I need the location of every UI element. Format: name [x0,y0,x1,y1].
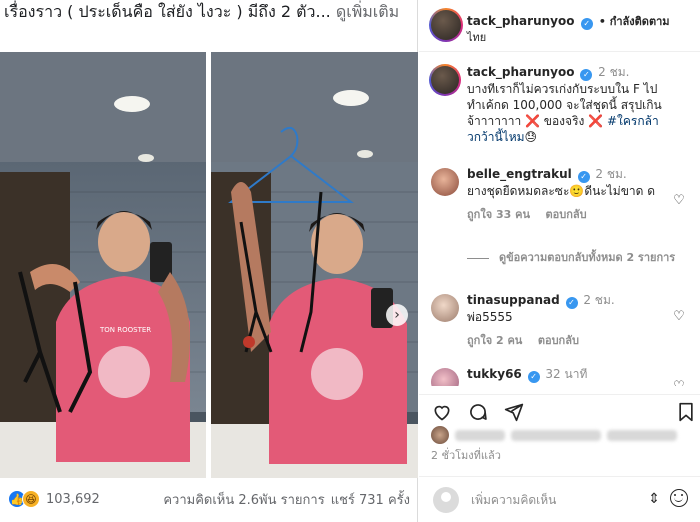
caption-time: 2 ชม. [598,65,630,79]
reply-button[interactable]: ตอบกลับ [538,334,579,347]
header-username[interactable]: tack_pharunyoo [467,14,574,28]
share-send-icon[interactable] [503,401,525,423]
reaction-count: 103,692 [46,491,100,507]
shares-count-link[interactable]: แชร์ 731 ครั้ง [331,489,410,510]
comment-likes[interactable]: ถูกใจ 2 คน [467,334,522,347]
comments-list: tack_pharunyoo ✓ 2 ชม. บางทีเราก็ไม่ควรเ… [419,60,700,386]
like-comment-heart-icon[interactable]: ♡ [672,310,686,324]
add-comment-input[interactable]: เพิ่มความคิดเห็น [471,491,556,510]
comments-count-link[interactable]: ความคิดเห็น 2.6พัน รายการ [163,489,324,510]
emoji-smile-icon[interactable] [670,489,688,507]
comment-item: belle_engtrakul ✓ 2 ชม. ยางชุดยืดหมดละซะ… [419,166,700,246]
add-comment-bar: เพิ่มความคิดเห็น ⇕ [419,476,700,522]
avatar [431,426,449,444]
verified-badge-icon: ✓ [580,69,593,81]
like-comment-heart-icon[interactable]: ♡ [672,194,686,208]
comment-time: 32 นาที [545,367,588,381]
redacted-text [511,430,601,441]
comment-text: ยางชุดยืดหมดละซะ🙂ดีนะไม่ขาด ด [467,184,656,198]
comment-time: 2 ชม. [595,167,627,181]
comment-likes[interactable]: ถูกใจ 33 คน [467,208,530,221]
see-more-link[interactable]: ดูเพิ่มเติม [336,2,399,21]
header-avatar-ring[interactable] [429,8,463,42]
avatar[interactable] [431,294,459,322]
post-photos: TON ROOSTER › [0,52,418,478]
verified-badge-icon: ✓ [580,18,593,30]
post-photo-2[interactable] [211,52,418,478]
caption-text: เรื่องราว ( ประเด็นคือ ใส่ยัง ไงวะ ) มีถ… [4,2,336,21]
comment-text: พ่อ5555 [467,310,513,324]
haha-icon: 😆 [22,490,40,508]
reaction-bar: 👍 😆 103,692 ความคิดเห็น 2.6พัน รายการ แช… [0,484,418,514]
post-timestamp[interactable]: 2 ชั่วโมงที่แล้ว [431,446,501,464]
caption-username[interactable]: tack_pharunyoo [467,65,574,79]
comment-username[interactable]: belle_engtrakul [467,167,572,181]
avatar[interactable] [431,368,459,386]
caption-emoji: 😓 [524,130,538,144]
view-replies-link[interactable]: ดูข้อความตอบกลับทั้งหมด 2 รายการ [467,250,677,266]
verified-badge-icon: ✓ [577,171,590,183]
redacted-text [607,430,677,441]
comment-item: tukky66 ✓ 32 นาที ♡ [419,366,700,386]
caption-comment: tack_pharunyoo ✓ 2 ชม. บางทีเราก็ไม่ควรเ… [419,64,700,156]
redacted-text [455,430,505,441]
post-location[interactable]: ไทย [467,28,486,46]
next-photo-chevron-icon[interactable]: › [386,304,408,326]
facebook-post: เรื่องราว ( ประเด็นคือ ใส่ยัง ไงวะ ) มีถ… [0,0,418,522]
user-avatar [433,487,459,513]
like-comment-heart-icon[interactable]: ♡ [672,380,686,387]
reply-button[interactable]: ตอบกลับ [545,208,586,221]
reactions-summary[interactable]: 👍 😆 103,692 [8,490,100,508]
post-header: tack_pharunyoo ✓ • กำลังติดตาม ไทย [419,0,700,52]
following-status[interactable]: • กำลังติดตาม [599,15,670,28]
avatar [431,10,461,40]
comment-bubble-icon[interactable] [467,401,489,423]
bookmark-icon[interactable] [675,401,697,423]
verified-badge-icon: ✓ [565,297,578,309]
avatar[interactable] [431,168,459,196]
shirt-print-1: TON ROOSTER [99,326,151,334]
post-caption: เรื่องราว ( ประเด็นคือ ใส่ยัง ไงวะ ) มีถ… [4,0,414,24]
comment-time: 2 ชม. [583,293,615,307]
comment-username[interactable]: tukky66 [467,367,522,381]
like-heart-icon[interactable] [431,401,453,423]
verified-badge-icon: ✓ [527,371,540,383]
liked-by-summary[interactable] [431,426,691,446]
comment-username[interactable]: tinasuppanad [467,293,560,307]
instagram-panel: tack_pharunyoo ✓ • กำลังติดตาม ไทย tack_… [419,0,700,522]
post-photo-1[interactable]: TON ROOSTER [0,52,206,478]
caption-avatar-ring[interactable] [429,64,461,96]
comment-item: tinasuppanad ✓ 2 ชม. พ่อ5555 ถูกใจ 2 คน … [419,292,700,352]
avatar [431,66,459,94]
post-actions [419,394,700,426]
emoji-toggle-icon[interactable]: ⇕ [648,491,660,507]
